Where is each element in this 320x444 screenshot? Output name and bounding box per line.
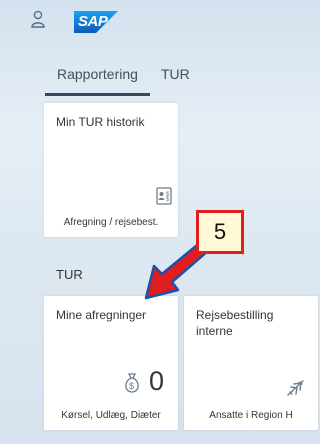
kpi-value: 0 <box>148 366 164 396</box>
tile-title: Mine afregninger <box>56 308 147 322</box>
tile-footer: Ansatte i Region H <box>209 410 293 421</box>
section-title: TUR <box>56 267 83 282</box>
shell-header: SAP <box>0 0 315 42</box>
svg-text:$: $ <box>166 197 170 203</box>
tab-rapportering[interactable]: Rapportering <box>57 66 138 82</box>
annotation-step-box: 5 <box>196 210 244 254</box>
sap-logo[interactable]: SAP <box>74 11 118 33</box>
tile-mine-afregninger[interactable]: Mine afregninger $ 0 Kørsel, Udlæg, Diæt… <box>44 296 178 430</box>
annotation-step-number: 5 <box>213 219 227 244</box>
svg-text:$: $ <box>129 381 134 391</box>
tile-title: Min TUR historik <box>56 115 145 129</box>
tile-min-tur-historik[interactable]: Min TUR historik $ $ Afregning / rejsebe… <box>44 103 178 237</box>
tab-tur[interactable]: TUR <box>161 66 190 82</box>
tab-bar: Rapportering TUR <box>0 52 315 96</box>
tab-selected-indicator <box>45 93 150 96</box>
tile-rejsebestilling-interne[interactable]: Rejsebestilling interne Ansatte i Region… <box>184 296 318 430</box>
airplane-icon <box>286 378 306 403</box>
tile-title: Rejsebestilling interne <box>196 308 274 338</box>
expense-report-icon: $ $ <box>156 187 172 210</box>
user-icon[interactable] <box>30 10 46 28</box>
money-bag-icon: $ <box>122 372 142 399</box>
sap-logo-text: SAP <box>78 13 108 30</box>
tile-footer: Afregning / rejsebest. <box>63 217 159 228</box>
tile-footer: Kørsel, Udlæg, Diæter <box>61 410 161 421</box>
